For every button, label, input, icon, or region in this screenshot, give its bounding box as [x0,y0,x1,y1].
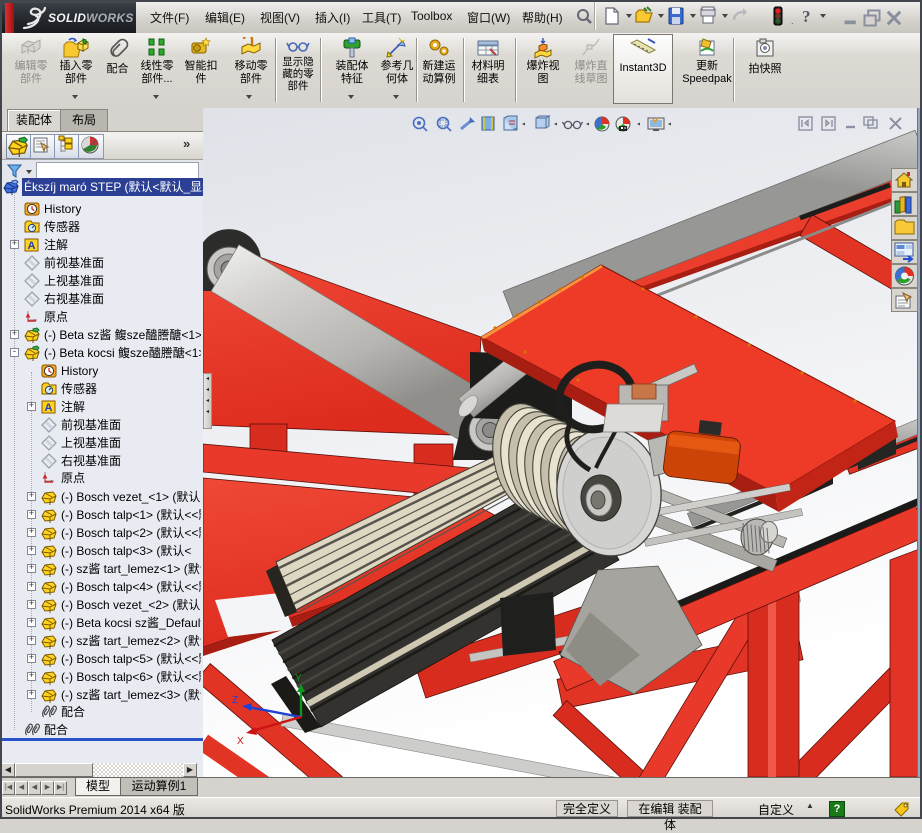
svg-text:SOLIDWORKS: SOLIDWORKS [48,11,134,25]
svg-text:Y: Y [295,673,302,684]
svg-text:?: ? [802,7,811,26]
svg-text:X: X [237,736,244,747]
svg-text:Z: Z [232,695,238,706]
